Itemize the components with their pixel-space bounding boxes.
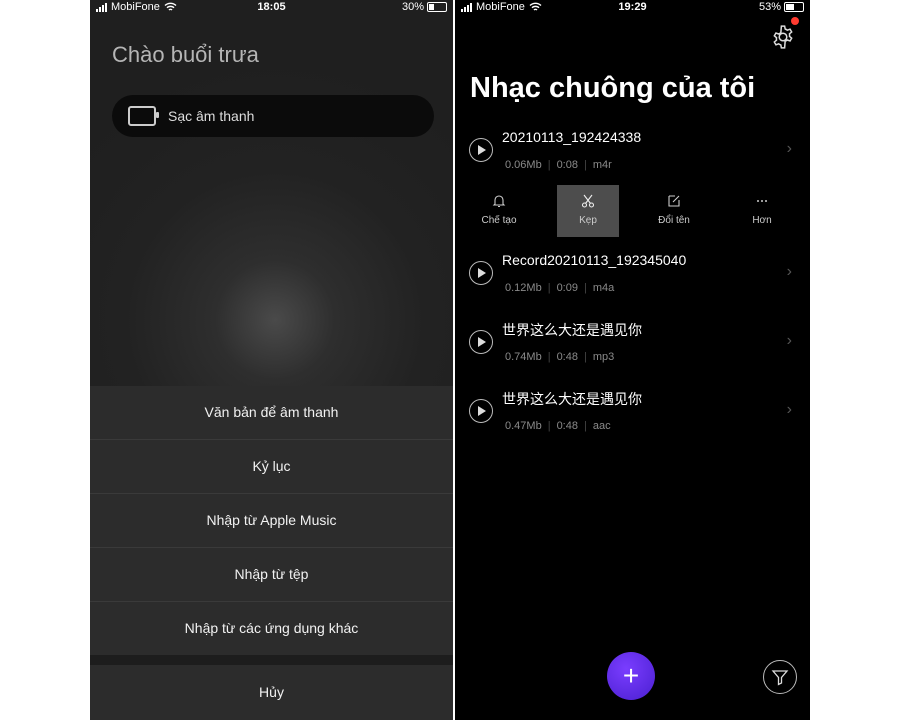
filter-button[interactable] [763,660,797,694]
charge-audio-label: Sạc âm thanh [168,108,255,124]
song-name: Record20210113_192345040 [502,252,687,268]
list-item[interactable]: 世界这么大还是遇见你 0.47Mb | 0:48 | aac › [455,386,810,446]
list-item[interactable]: 20210113_192424338 0.06Mb | 0:08 | m4r › [455,125,810,185]
chevron-right-icon: › [786,332,792,349]
chevron-right-icon: › [786,263,792,280]
battery-charge-icon [128,106,159,126]
option-import-other-apps[interactable]: Nhập từ các ứng dụng khác [90,602,453,655]
song-size: 0.74Mb [505,351,542,363]
left-screen: MobiFone 18:05 30% Chào buổi trưa Sạc âm… [90,0,453,720]
action-sheet: Văn bản để âm thanh Kỷ lục Nhập từ Apple… [90,386,453,720]
edit-icon [668,195,680,207]
battery: 53% [759,1,804,13]
status-time: 19:29 [618,1,647,13]
song-duration: 0:08 [556,159,578,171]
song-name: 20210113_192424338 [502,129,642,145]
add-button[interactable]: + [607,652,655,700]
list-item[interactable]: Record20210113_192345040 0.12Mb | 0:09 | m… [455,248,810,308]
chevron-right-icon: › [786,140,792,157]
action-label: Chế tạo [481,215,517,226]
option-record[interactable]: Kỷ lục [90,440,453,494]
cancel-button[interactable]: Hủy [90,665,453,720]
song-size: 0.06Mb [505,159,542,171]
action-trim[interactable]: Kẹp [557,185,619,237]
song-meta: 0.06Mb | 0:08 | m4r [505,159,612,171]
song-size: 0.47Mb [505,420,542,432]
action-rename[interactable]: Đổi tên [643,185,705,237]
battery-icon [784,2,804,12]
status-bar: MobiFone 19:29 53% [455,0,810,14]
right-screen: MobiFone 19:29 53% Nhạc chuông của tôi 2… [455,0,810,720]
song-action-bar: Chế tạo Kẹp Đổi tên Hơn [455,185,810,237]
action-label: Kẹp [579,215,597,226]
gear-icon[interactable] [770,24,796,50]
song-size: 0.12Mb [505,282,542,294]
play-icon[interactable] [469,261,493,285]
action-create[interactable]: Chế tạo [468,185,530,237]
song-duration: 0:48 [556,351,578,363]
battery: 30% [402,1,447,13]
battery-percent: 30% [401,1,424,13]
charge-audio-button[interactable]: Sạc âm thanh [112,95,434,137]
play-icon[interactable] [469,330,493,354]
filter-icon [771,670,789,686]
option-import-apple-music[interactable]: Nhập từ Apple Music [90,494,453,548]
battery-percent: 53% [758,1,781,13]
status-time: 18:05 [257,1,286,13]
page-title: Nhạc chuông của tôi [470,72,756,104]
song-meta: 0.47Mb | 0:48 | aac [505,420,611,432]
list-item[interactable]: 世界这么大还是遇见你 0.74Mb | 0:48 | mp3 › [455,317,810,377]
play-icon[interactable] [469,399,493,423]
song-name: 世界这么大还是遇见你 [502,391,642,407]
action-label: Đổi tên [658,215,690,226]
play-icon[interactable] [469,138,493,162]
song-meta: 0.12Mb | 0:09 | m4a [505,282,615,294]
sheet-divider [90,655,453,665]
song-duration: 0:09 [556,282,578,294]
bell-icon [492,195,506,208]
battery-icon [427,2,447,12]
option-import-file[interactable]: Nhập từ tệp [90,548,453,602]
song-duration: 0:48 [556,420,578,432]
status-bar: MobiFone 18:05 30% [90,0,453,14]
more-icon [757,200,767,202]
song-format: m4r [592,159,612,171]
scissors-icon [581,194,595,208]
song-format: aac [592,420,611,432]
song-format: mp3 [592,351,615,363]
greeting: Chào buổi trưa [112,42,259,67]
song-name: 世界这么大还是遇见你 [502,322,642,338]
notification-dot [791,17,799,25]
action-label: Hơn [752,215,772,226]
action-more[interactable]: Hơn [731,185,793,237]
song-format: m4a [592,282,615,294]
option-text-to-audio[interactable]: Văn bản để âm thanh [90,386,453,440]
chevron-right-icon: › [786,401,792,418]
song-meta: 0.74Mb | 0:48 | mp3 [505,351,615,363]
plus-icon: + [622,660,640,691]
